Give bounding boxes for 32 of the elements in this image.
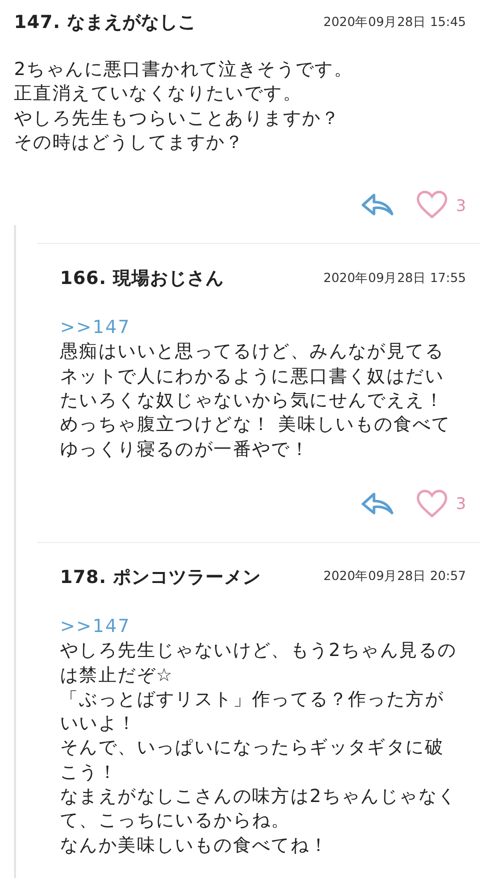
heart-icon[interactable]	[416, 488, 448, 519]
comment-line: たいろくな奴じゃないから気にせんでええ！	[60, 389, 444, 414]
comment-line: やしろ先生もつらいことありますか？	[14, 106, 340, 131]
comment-line: 愚痴はいいと思ってるけど、みんなが見てる	[60, 340, 444, 364]
comment-line: やしろ先生じゃないけど、もう2ちゃん見るの	[60, 639, 457, 664]
comment-line: めっちゃ腹立つけどな！ 美味しいもの食べて	[60, 413, 451, 438]
comment-author: 178. ポンコツラーメン	[60, 566, 262, 589]
comment-date: 2020年09月28日 17:55	[323, 270, 466, 287]
comment-line: は禁止だぞ☆	[60, 664, 174, 688]
like-count: 3	[456, 196, 466, 215]
comment-line: 2ちゃんに悪口書かれて泣きそうです。	[14, 58, 354, 82]
comment-line: 「ぶっとばすリスト」作ってる？作った方が	[60, 688, 444, 712]
reply-anchor-link[interactable]: >>147	[60, 614, 131, 640]
reply-anchor-link[interactable]: >>147	[60, 316, 131, 340]
reply-icon[interactable]	[360, 490, 394, 517]
comment-line: て、こっちにいるからね。	[60, 809, 290, 834]
comment-line: その時はどうしてますか？	[14, 130, 244, 155]
reply-icon[interactable]	[360, 192, 394, 218]
comment-author: 166. 現場おじさん	[60, 267, 224, 290]
comment-line: いいよ！	[60, 712, 137, 736]
comment-date: 2020年09月28日 15:45	[323, 14, 466, 30]
comment-author: 147. なまえがなしこ	[14, 11, 197, 34]
comment-line: こう！	[60, 760, 118, 785]
comment-line: なんか美味しいもの食べてね！	[60, 834, 329, 858]
comment-line: そんで、いっぱいになったらギッタギタに破	[60, 736, 444, 760]
like-count: 3	[456, 494, 466, 514]
comment-date: 2020年09月28日 20:57	[323, 568, 466, 586]
comment-line: なまえがなしこさんの味方は2ちゃんじゃなく	[60, 785, 457, 810]
comment-line: ネットで人にわかるように悪口書く奴はだい	[60, 364, 444, 389]
comment-line: 正直消えていなくなりたいです。	[14, 82, 302, 106]
heart-icon[interactable]	[416, 190, 448, 220]
comment-line: ゆっくり寝るのが一番やで！	[60, 438, 310, 462]
